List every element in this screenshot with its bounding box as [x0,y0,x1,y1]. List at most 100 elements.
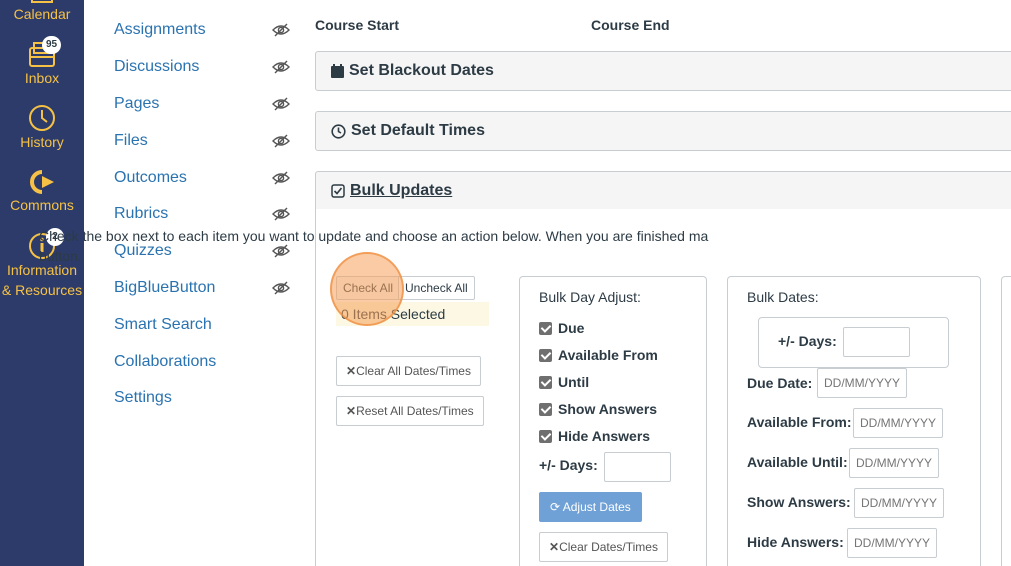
bulk-dates-days-input[interactable] [843,327,910,357]
course-nav-item[interactable]: Assignments [114,18,290,42]
bulk-updates-title: Bulk Updates [350,182,453,199]
day-adjust-checkbox[interactable]: Hide Answers [539,426,650,446]
course-end-label: Course End [591,17,670,33]
bulk-dates-days-label: +/- Days: [778,333,837,349]
reset-all-dates-button[interactable]: ✕Reset All Dates/Times [336,396,484,426]
day-adjust-checkbox-label: Until [558,374,590,390]
checkbox-checked-icon[interactable] [539,348,552,362]
global-nav-inbox[interactable]: 95 Inbox [0,36,84,88]
calendar-label: Calendar [13,6,71,22]
course-nav-item-label: Pages [114,95,160,112]
history-label: History [20,134,64,150]
global-nav-commons[interactable]: Commons [0,169,84,215]
clear-dates-label: Clear Dates/Times [559,540,658,554]
course-start-label: Course Start [315,17,400,33]
close-icon: ✕ [346,404,357,418]
close-icon: ✕ [346,364,357,378]
bulk-day-adjust-title: Bulk Day Adjust: [539,289,641,305]
day-adjust-checkbox-label: Show Answers [558,401,658,417]
show-answers-label: Show Answers: [747,494,851,510]
course-nav-item[interactable]: Collaborations [114,350,216,374]
course-nav-item-partial [114,0,254,2]
default-times-panel[interactable]: Set Default Times [315,111,1011,151]
clock-icon [29,105,55,131]
bulk-updates-panel[interactable]: Bulk Updates [315,171,1011,211]
commons-icon [30,170,54,194]
course-nav-item[interactable]: Smart Search [114,313,212,337]
course-nav-item-label: Discussions [114,58,200,75]
blackout-dates-panel[interactable]: Set Blackout Dates [315,51,1011,91]
checkbox-icon [331,184,345,198]
course-nav-item[interactable]: BigBlueButton [114,276,290,300]
bulk-options-box-partial [1001,276,1011,566]
clear-all-dates-button[interactable]: ✕Clear All Dates/Times [336,356,481,386]
day-adjust-checkbox-label: Due [558,320,585,336]
global-navigation: Calendar 95 Inbox History Commons 2 Info… [0,0,84,566]
global-nav-calendar[interactable]: Calendar [0,0,84,24]
checkbox-checked-icon[interactable] [539,375,552,389]
day-adjust-checkbox[interactable]: Show Answers [539,399,657,419]
day-adjust-checkbox[interactable]: Available From [539,345,658,365]
items-selected-count: 0 Items Selected [336,302,489,326]
checkbox-checked-icon[interactable] [539,402,552,416]
checkbox-checked-icon[interactable] [539,321,552,335]
adjust-dates-button[interactable]: ⟳ Adjust Dates [539,492,642,522]
calendar-icon [31,0,53,3]
calendar-icon [331,64,344,78]
clear-dates-times-button[interactable]: ✕Clear Dates/Times [539,532,668,562]
course-nav-item-label: Rubrics [114,205,169,222]
due-date-input[interactable] [817,368,907,398]
bulk-instructions: Check the box next to each item you want… [39,226,729,266]
instructions-line2: button. [39,248,82,264]
available-until-input[interactable] [849,448,939,478]
course-nav-item-label: Collaborations [114,353,217,370]
course-nav-item-label: Smart Search [114,316,212,333]
eye-slash-icon [272,97,290,111]
day-adjust-days-input[interactable] [604,452,671,482]
eye-slash-icon [272,207,290,221]
day-adjust-checkbox-label: Hide Answers [558,428,651,444]
uncheck-all-button[interactable]: Uncheck All [398,276,475,300]
day-adjust-checkbox-label: Available From [558,347,658,363]
day-adjust-days-label: +/- Days: [539,457,598,473]
eye-slash-icon [272,60,290,74]
instructions-line1: Check the box next to each item you want… [39,228,709,244]
course-nav-item-label: Settings [114,389,172,406]
global-nav-history[interactable]: History [0,104,84,152]
available-from-input[interactable] [853,408,943,438]
checkbox-checked-icon[interactable] [539,429,552,443]
course-nav-item[interactable]: Settings [114,386,172,410]
course-nav-item-label: Files [114,132,148,149]
default-times-title: Set Default Times [351,122,485,139]
day-adjust-checkbox[interactable]: Until [539,372,589,392]
course-nav-item-label: Outcomes [114,169,187,186]
hide-answers-label: Hide Answers: [747,534,844,550]
course-nav-item[interactable]: Rubrics [114,202,290,226]
course-nav-item[interactable]: Outcomes [114,166,290,190]
available-until-label: Available Until: [747,454,848,470]
inbox-label: Inbox [24,70,60,86]
course-nav-item-label: Assignments [114,21,206,38]
course-nav-item[interactable]: Discussions [114,55,290,79]
show-answers-input[interactable] [854,488,944,518]
course-nav-item[interactable]: Pages [114,92,290,116]
day-adjust-checkbox[interactable]: Due [539,318,584,338]
check-all-button[interactable]: Check All [336,276,401,300]
refresh-icon: ⟳ [550,500,561,514]
hide-answers-input[interactable] [847,528,937,558]
reset-all-label: Reset All Dates/Times [356,404,474,418]
adjust-dates-label: Adjust Dates [562,500,631,514]
clock-icon [331,123,346,139]
course-navigation: Assignments Discussions Pages Files Outcomes… [84,0,292,566]
commons-label: Commons [10,197,74,213]
blackout-dates-title: Set Blackout Dates [349,62,494,79]
clear-all-label: Clear All Dates/Times [356,364,471,378]
eye-slash-icon [272,171,290,185]
bulk-dates-title: Bulk Dates: [747,289,819,305]
course-nav-item-label: BigBlueButton [114,279,216,296]
course-nav-item[interactable]: Files [114,129,290,153]
eye-slash-icon [272,281,290,295]
info-label-line2: & Resources [1,282,83,298]
eye-slash-icon [272,134,290,148]
eye-slash-icon [272,23,290,37]
